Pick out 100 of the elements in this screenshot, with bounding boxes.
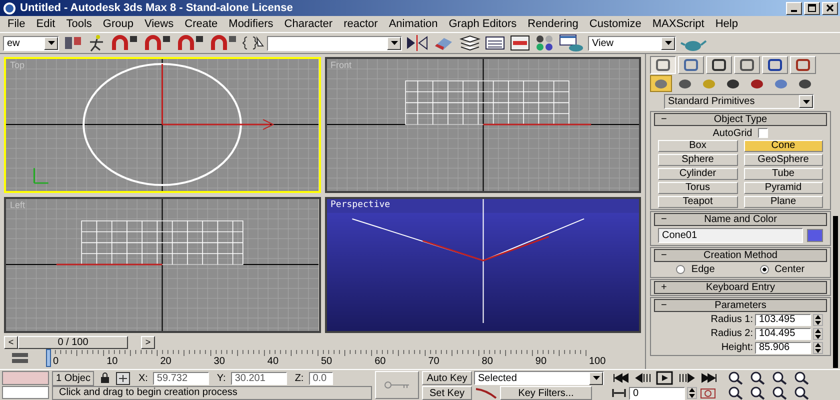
category-glyph-icon bbox=[677, 78, 693, 90]
panel-scrollbar[interactable] bbox=[833, 216, 838, 368]
time-slider-thumb[interactable]: 0 / 100 bbox=[18, 336, 128, 348]
z-coordinate-field[interactable]: 0.0 bbox=[308, 372, 333, 384]
minimize-button[interactable] bbox=[786, 2, 802, 14]
autogrid-checkbox[interactable] bbox=[758, 128, 768, 138]
spinner-arrows[interactable] bbox=[687, 387, 697, 399]
object-type-button[interactable]: Teapot bbox=[658, 196, 738, 208]
key-button[interactable] bbox=[375, 371, 419, 399]
menu-item[interactable]: Group bbox=[97, 18, 139, 30]
menu-item[interactable]: Animation bbox=[383, 18, 444, 30]
rollout-header[interactable]: − Object Type bbox=[654, 113, 827, 126]
object-type-button[interactable]: GeoSphere bbox=[744, 154, 823, 166]
menu-item[interactable]: Modifiers bbox=[223, 18, 279, 30]
object-color-swatch[interactable] bbox=[807, 229, 823, 242]
menu-item[interactable]: Graph Editors bbox=[443, 18, 522, 30]
object-type-button[interactable]: Pyramid bbox=[744, 182, 823, 194]
next-frame-icon[interactable] bbox=[677, 371, 697, 385]
lock-icon[interactable] bbox=[99, 372, 112, 384]
menu-item[interactable]: MAXScript bbox=[646, 18, 710, 30]
key-mode-icon[interactable] bbox=[611, 386, 627, 400]
spinner-arrows[interactable] bbox=[813, 314, 823, 326]
autogrid-label: AutoGrid bbox=[712, 128, 752, 138]
rollout-header[interactable]: − Parameters bbox=[654, 299, 827, 312]
viewport[interactable]: Perspective bbox=[324, 197, 641, 333]
named-selection-field[interactable] bbox=[267, 36, 402, 50]
parameter-field[interactable]: 103.495 bbox=[755, 314, 811, 326]
magnet-snap-icon[interactable] bbox=[110, 34, 140, 52]
parameter-field[interactable]: 85.906 bbox=[755, 342, 811, 354]
tab-glyph-icon bbox=[655, 58, 671, 72]
x-coordinate-field[interactable]: 59.732 bbox=[152, 372, 209, 384]
previous-frame-icon[interactable] bbox=[633, 371, 653, 385]
next-frame-button[interactable]: > bbox=[141, 336, 155, 348]
magnet-snap-icon[interactable] bbox=[176, 34, 206, 52]
object-type-button[interactable]: Cone bbox=[744, 140, 823, 152]
spinner-arrows[interactable] bbox=[813, 328, 823, 340]
frame-number: 80 bbox=[482, 356, 493, 367]
curve-editor-icon[interactable] bbox=[484, 34, 506, 52]
menu-item[interactable]: Rendering bbox=[522, 18, 584, 30]
time-configuration-icon[interactable] bbox=[699, 386, 717, 400]
set-key-button[interactable]: Set Key bbox=[422, 386, 472, 400]
key-filters-button[interactable]: Key Filters... bbox=[500, 386, 592, 400]
menu-item[interactable]: Character bbox=[278, 18, 338, 30]
menu-item[interactable]: reactor bbox=[338, 18, 384, 30]
close-icon bbox=[826, 4, 834, 12]
menu-item[interactable]: Views bbox=[138, 18, 180, 30]
spinner-arrows[interactable] bbox=[813, 342, 823, 354]
object-type-button[interactable]: Torus bbox=[658, 182, 738, 194]
auto-key-button[interactable]: Auto Key bbox=[422, 371, 472, 385]
previous-frame-button[interactable]: < bbox=[4, 336, 18, 348]
mirror-icon[interactable] bbox=[405, 34, 429, 52]
primitive-type-dropdown[interactable]: Standard Primitives bbox=[664, 94, 814, 109]
track-bar[interactable]: 0 10 20 30 40 50 60 70 80 90 100 bbox=[46, 349, 606, 369]
layers-icon[interactable] bbox=[459, 34, 481, 52]
menu-item[interactable]: Create bbox=[179, 18, 224, 30]
current-frame-field[interactable]: 0 bbox=[629, 386, 685, 400]
rollout-header[interactable]: + Keyboard Entry bbox=[654, 281, 827, 294]
category-glyph-icon bbox=[725, 78, 741, 90]
frame-number: 10 bbox=[106, 356, 118, 367]
object-type-button[interactable]: Sphere bbox=[658, 154, 738, 166]
close-button[interactable] bbox=[822, 2, 838, 14]
maximize-button[interactable] bbox=[804, 2, 820, 14]
object-type-button[interactable]: Cylinder bbox=[658, 168, 738, 180]
menu-item[interactable]: Customize bbox=[584, 18, 647, 30]
menu-item[interactable]: File bbox=[2, 18, 31, 30]
window-title: Untitled - Autodesk 3ds Max 8 - Stand-alone License bbox=[20, 2, 293, 14]
render-scene-icon[interactable] bbox=[559, 34, 585, 52]
go-to-end-icon[interactable] bbox=[699, 371, 719, 385]
object-type-button[interactable]: Tube bbox=[744, 168, 823, 180]
render-type-dropdown[interactable]: View bbox=[588, 36, 676, 50]
radio-button[interactable] bbox=[676, 265, 686, 274]
play-icon[interactable] bbox=[655, 371, 675, 385]
object-type-button[interactable]: Plane bbox=[744, 196, 823, 208]
menu-item[interactable]: Help bbox=[710, 18, 744, 30]
braces-icon[interactable] bbox=[242, 34, 264, 52]
viewport-label[interactable]: Perspective bbox=[330, 200, 390, 210]
frame-number: 100 bbox=[589, 356, 606, 367]
radio-button[interactable] bbox=[760, 265, 769, 274]
menu-item[interactable]: Edit bbox=[30, 18, 61, 30]
absolute-mode-icon[interactable] bbox=[116, 372, 130, 384]
schematic-icon[interactable] bbox=[509, 34, 531, 52]
object-type-button[interactable]: Box bbox=[658, 140, 738, 152]
selection-icon[interactable] bbox=[62, 34, 84, 52]
track-bar-icon[interactable] bbox=[10, 352, 30, 364]
object-name-field[interactable]: Cone01 bbox=[658, 228, 803, 243]
parameter-field[interactable]: 104.495 bbox=[755, 328, 811, 340]
menu-item[interactable]: Tools bbox=[60, 18, 98, 30]
key-mode-dropdown[interactable]: Selected bbox=[474, 371, 604, 385]
key-tangent-icon[interactable] bbox=[474, 386, 498, 400]
magnet-snap-icon[interactable] bbox=[209, 34, 239, 52]
tab-glyph-icon bbox=[683, 58, 699, 72]
rollout-header[interactable]: − Creation Method bbox=[654, 249, 827, 262]
y-coordinate-field[interactable]: 30.201 bbox=[230, 372, 287, 384]
y-coordinate-label: Y: bbox=[216, 372, 226, 384]
go-to-start-icon[interactable] bbox=[611, 371, 631, 385]
selection-filter-dropdown[interactable]: ew bbox=[3, 36, 59, 50]
magnet-snap-icon[interactable] bbox=[143, 34, 173, 52]
current-frame-marker[interactable] bbox=[46, 349, 51, 367]
app-logo-icon bbox=[3, 2, 16, 14]
rollout-header[interactable]: − Name and Color bbox=[654, 213, 827, 226]
